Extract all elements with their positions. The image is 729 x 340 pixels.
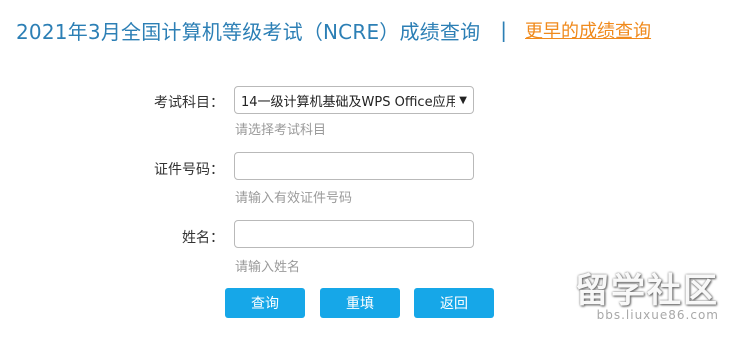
earlier-scores-link[interactable]: 更早的成绩查询 (525, 17, 651, 43)
dropdown-arrow-icon: ▼ (459, 94, 467, 106)
subject-select[interactable]: 14一级计算机基础及WPS Office应用 ▼ (234, 86, 474, 114)
page-header: 2021年3月全国计算机等级考试（NCRE）成绩查询 | 更早的成绩查询 (16, 14, 651, 46)
subject-selected-value: 14一级计算机基础及WPS Office应用 (241, 94, 456, 110)
id-number-hint: 请输入有效证件号码 (235, 191, 353, 206)
site-watermark: 留学社区 bbs.liuxue86.com (575, 272, 719, 322)
name-input[interactable] (234, 220, 474, 248)
name-hint: 请输入姓名 (235, 260, 301, 275)
name-label: 姓名： (182, 230, 224, 246)
header-separator: | (500, 18, 508, 42)
subject-label: 考试科目： (154, 95, 224, 111)
id-number-label: 证件号码： (154, 162, 224, 178)
id-number-input[interactable] (234, 152, 474, 180)
watermark-text: 留学社区 (575, 271, 719, 311)
subject-hint: 请选择考试科目 (235, 123, 327, 138)
watermark-url: bbs.liuxue86.com (596, 308, 719, 322)
reset-button[interactable]: 重填 (320, 288, 400, 318)
page-title: 2021年3月全国计算机等级考试（NCRE）成绩查询 (16, 19, 481, 44)
back-button[interactable]: 返回 (414, 288, 494, 318)
query-button[interactable]: 查询 (225, 288, 305, 318)
